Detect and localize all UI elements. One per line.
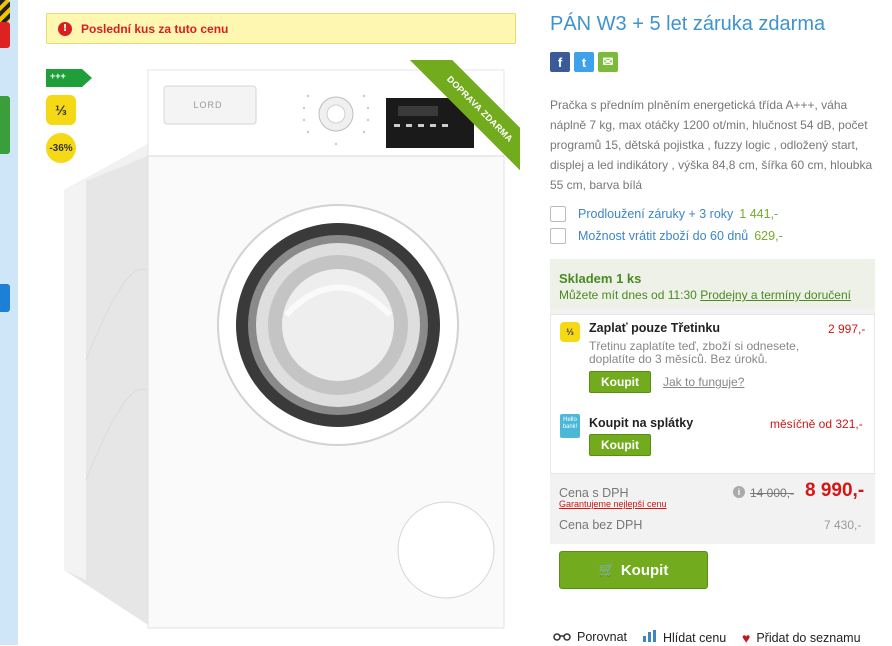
free-shipping-ribbon: DOPRAVA ZDARMA [405, 60, 520, 175]
bar-chart-icon [643, 630, 657, 645]
return-60-days-price: 629,- [754, 229, 783, 243]
third-payment-title: Zaplať pouze Třetinku [589, 321, 720, 335]
third-payment-price: 2 997,- [828, 322, 866, 336]
hello-bank-icon: Hello bank! [560, 414, 580, 438]
best-price-guarantee-link[interactable]: Garantujeme nejlepší cenu [559, 499, 667, 509]
info-icon: ! [58, 21, 72, 36]
installments-title: Koupit na splátky [589, 416, 694, 430]
energy-class-text: +++ [50, 71, 66, 81]
left-strip-red [0, 22, 10, 48]
delivery-terms-link[interactable]: Prodejny a termíny doručení [700, 288, 851, 302]
third-payment-badge: ⅓ [46, 95, 76, 125]
twitter-icon[interactable]: t [574, 52, 594, 72]
compare-icon [553, 630, 571, 644]
old-price: 14 000,- [750, 486, 795, 500]
installments-price: měsíčně od 321,- [770, 417, 863, 431]
extended-warranty-label[interactable]: Prodloužení záruky + 3 roky [578, 207, 733, 221]
delivery-time: Můžete mít dnes od 11:30 [559, 288, 697, 302]
compare-action[interactable]: Porovnat [553, 630, 627, 644]
price-without-vat: 7 430,- [824, 518, 862, 532]
product-description: Pračka s předním plněním energetická tří… [550, 98, 873, 192]
buy-installments-button[interactable]: Koupit [589, 434, 651, 456]
extended-warranty-checkbox[interactable] [550, 206, 566, 222]
price-with-vat-label: Cena s DPH [559, 486, 629, 500]
third-payment-icon: ⅓ [560, 322, 580, 342]
availability-panel: Skladem 1 ks Můžete mít dnes od 11:30 Pr… [550, 259, 875, 309]
extended-warranty-price: 1 441,- [739, 207, 779, 221]
price-without-vat-label: Cena bez DPH [559, 518, 643, 532]
left-strip-green [0, 96, 10, 154]
option-extended-warranty[interactable]: Prodloužení záruky + 3 roky 1 441,- [550, 206, 778, 222]
brand-logo-text: LORD [193, 100, 222, 110]
buy-button-label: Koupit [620, 561, 669, 579]
buy-button[interactable]: 🛒 Koupit [559, 551, 708, 589]
option-return-60-days[interactable]: Možnost vrátit zboží do 60 dnů 629,- [550, 228, 783, 244]
watch-price-action[interactable]: Hlídat cenu [643, 630, 726, 645]
last-item-text: Poslední kus za tuto cenu [81, 21, 229, 36]
price-info-icon[interactable]: i [733, 486, 745, 498]
add-to-list-action[interactable]: ♥ Přidat do seznamu [742, 630, 861, 646]
free-shipping-text: DOPRAVA ZDARMA [409, 60, 520, 175]
return-60-days-label[interactable]: Možnost vrátit zboží do 60 dnů [578, 229, 748, 243]
heart-icon: ♥ [742, 630, 751, 646]
cart-icon: 🛒 [598, 562, 615, 577]
return-60-days-checkbox[interactable] [550, 228, 566, 244]
how-it-works-link[interactable]: Jak to funguje? [663, 375, 744, 389]
delivery-info: Můžete mít dnes od 11:30 Prodejny a term… [559, 288, 851, 302]
third-payment-note: Třetinu zaplatíte teď, zboží si odnesete… [589, 339, 800, 366]
facebook-icon[interactable]: f [550, 52, 570, 72]
in-stock-status: Skladem 1 ks [559, 271, 642, 286]
watch-price-label: Hlídat cenu [663, 630, 727, 645]
left-strip-blue [0, 284, 10, 312]
last-item-banner: ! Poslední kus za tuto cenu [46, 13, 516, 44]
add-to-list-label: Přidat do seznamu [756, 631, 861, 645]
product-title: PÁN W3 + 5 let záruka zdarma [550, 13, 826, 35]
buy-third-button[interactable]: Koupit [589, 371, 651, 393]
email-icon[interactable]: ✉ [598, 52, 618, 72]
left-strip-stripe [0, 0, 10, 22]
current-price: 8 990,- [805, 480, 865, 501]
compare-label: Porovnat [577, 630, 628, 644]
discount-badge: -36% [46, 133, 76, 163]
